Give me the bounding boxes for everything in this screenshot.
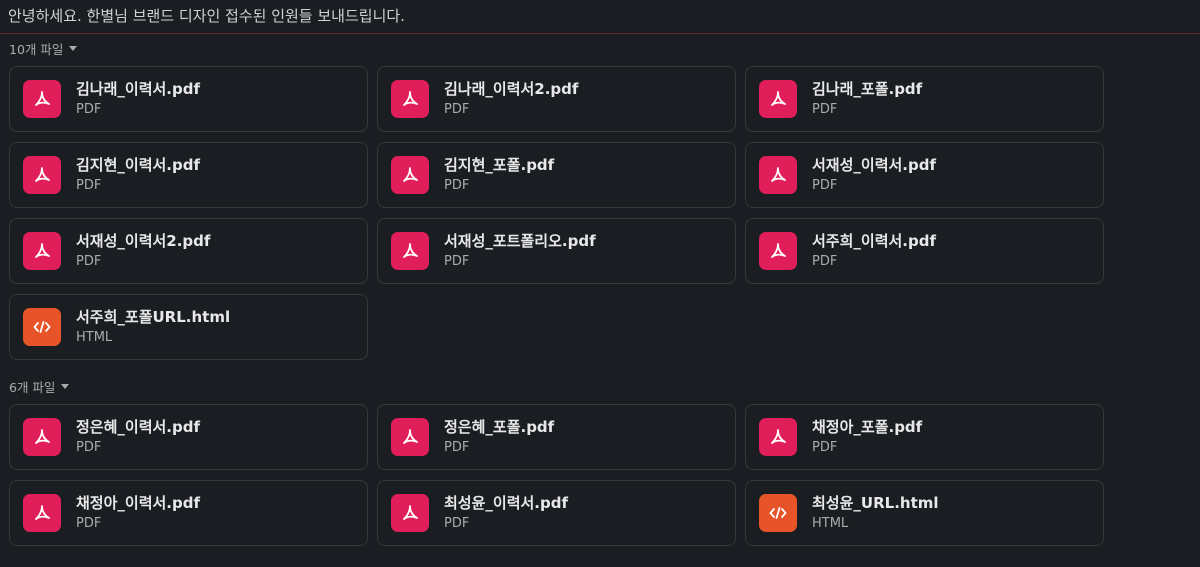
file-count-label: 10개 파일 <box>9 41 64 57</box>
file-name[interactable]: 김나래_이력서.pdf <box>76 79 200 99</box>
file-info: 김나래_포폴.pdf PDF <box>812 79 922 119</box>
caret-down-icon <box>69 46 78 51</box>
pdf-icon <box>23 156 61 194</box>
file-count-label: 6개 파일 <box>9 379 56 395</box>
file-info: 서재성_이력서2.pdf PDF <box>76 231 210 271</box>
file-name[interactable]: 서주희_이력서.pdf <box>812 231 936 251</box>
file-type: PDF <box>812 178 838 193</box>
file-card[interactable]: 최성윤_URL.html HTML <box>745 480 1104 546</box>
file-info: 채정아_이력서.pdf PDF <box>76 493 200 533</box>
file-name[interactable]: 채정아_포폴.pdf <box>812 417 922 437</box>
pdf-icon <box>23 494 61 532</box>
file-info: 채정아_포폴.pdf PDF <box>812 417 922 457</box>
file-name[interactable]: 최성윤_이력서.pdf <box>444 493 568 513</box>
html-code-icon <box>759 494 797 532</box>
file-type: PDF <box>444 254 470 269</box>
file-type: PDF <box>812 102 838 117</box>
file-name[interactable]: 채정아_이력서.pdf <box>76 493 200 513</box>
file-info: 김지현_포폴.pdf PDF <box>444 155 554 195</box>
pdf-icon <box>759 232 797 270</box>
file-name[interactable]: 김나래_포폴.pdf <box>812 79 922 99</box>
pdf-icon <box>391 418 429 456</box>
file-name[interactable]: 서재성_이력서.pdf <box>812 155 936 175</box>
file-type: PDF <box>76 178 102 193</box>
file-card[interactable]: 서재성_포트폴리오.pdf PDF <box>377 218 736 284</box>
file-card[interactable]: 서주희_포폴URL.html HTML <box>9 294 368 360</box>
file-card[interactable]: 최성윤_이력서.pdf PDF <box>377 480 736 546</box>
pdf-icon <box>23 418 61 456</box>
pdf-icon <box>391 232 429 270</box>
caret-down-icon <box>61 384 70 389</box>
file-type: PDF <box>444 516 470 531</box>
file-type: PDF <box>444 178 470 193</box>
file-card[interactable]: 채정아_포폴.pdf PDF <box>745 404 1104 470</box>
file-type: PDF <box>76 102 102 117</box>
file-name[interactable]: 최성윤_URL.html <box>812 493 939 513</box>
file-info: 김나래_이력서.pdf PDF <box>76 79 200 119</box>
file-type: HTML <box>76 330 113 345</box>
file-name[interactable]: 서주희_포폴URL.html <box>76 307 230 327</box>
file-name[interactable]: 김지현_이력서.pdf <box>76 155 200 175</box>
message-view: 안녕하세요. 한별님 브랜드 디자인 접수된 인원들 보내드립니다. 10개 파… <box>0 0 1200 567</box>
divider <box>0 33 1200 34</box>
file-info: 정은혜_이력서.pdf PDF <box>76 417 200 457</box>
file-card[interactable]: 정은혜_이력서.pdf PDF <box>9 404 368 470</box>
pdf-icon <box>23 232 61 270</box>
file-card[interactable]: 김지현_이력서.pdf PDF <box>9 142 368 208</box>
file-card[interactable]: 김나래_이력서2.pdf PDF <box>377 66 736 132</box>
file-info: 최성윤_이력서.pdf PDF <box>444 493 568 533</box>
file-info: 서재성_이력서.pdf PDF <box>812 155 936 195</box>
file-card[interactable]: 정은혜_포폴.pdf PDF <box>377 404 736 470</box>
file-info: 서주희_포폴URL.html HTML <box>76 307 230 347</box>
pdf-icon <box>759 418 797 456</box>
file-name[interactable]: 정은혜_이력서.pdf <box>76 417 200 437</box>
file-name[interactable]: 김지현_포폴.pdf <box>444 155 554 175</box>
file-card[interactable]: 채정아_이력서.pdf PDF <box>9 480 368 546</box>
file-card[interactable]: 김지현_포폴.pdf PDF <box>377 142 736 208</box>
file-type: PDF <box>76 254 102 269</box>
file-info: 정은혜_포폴.pdf PDF <box>444 417 554 457</box>
pdf-icon <box>23 80 61 118</box>
file-name[interactable]: 정은혜_포폴.pdf <box>444 417 554 437</box>
file-info: 서주희_이력서.pdf PDF <box>812 231 936 271</box>
file-card[interactable]: 서재성_이력서2.pdf PDF <box>9 218 368 284</box>
file-card[interactable]: 김나래_이력서.pdf PDF <box>9 66 368 132</box>
file-type: PDF <box>444 440 470 455</box>
file-name[interactable]: 김나래_이력서2.pdf <box>444 79 578 99</box>
file-type: PDF <box>812 254 838 269</box>
html-code-icon <box>23 308 61 346</box>
file-group-toggle[interactable]: 10개 파일 <box>9 39 78 57</box>
file-grid: 김나래_이력서.pdf PDF 김나래_이력서2.pdf PDF 김나래_포폴.pdf P… <box>9 66 1104 360</box>
file-card[interactable]: 서재성_이력서.pdf PDF <box>745 142 1104 208</box>
file-group-toggle[interactable]: 6개 파일 <box>9 377 70 395</box>
file-type: HTML <box>812 516 849 531</box>
file-card[interactable]: 서주희_이력서.pdf PDF <box>745 218 1104 284</box>
file-info: 서재성_포트폴리오.pdf PDF <box>444 231 596 271</box>
pdf-icon <box>391 80 429 118</box>
pdf-icon <box>391 156 429 194</box>
message-text: 안녕하세요. 한별님 브랜드 디자인 접수된 인원들 보내드립니다. <box>8 7 405 25</box>
file-grid: 정은혜_이력서.pdf PDF 정은혜_포폴.pdf PDF 채정아_포폴.pdf PDF… <box>9 404 1104 546</box>
file-type: PDF <box>76 516 102 531</box>
file-name[interactable]: 서재성_포트폴리오.pdf <box>444 231 596 251</box>
file-type: PDF <box>444 102 470 117</box>
pdf-icon <box>759 156 797 194</box>
file-card[interactable]: 김나래_포폴.pdf PDF <box>745 66 1104 132</box>
file-type: PDF <box>76 440 102 455</box>
pdf-icon <box>759 80 797 118</box>
pdf-icon <box>391 494 429 532</box>
file-info: 김지현_이력서.pdf PDF <box>76 155 200 195</box>
file-info: 김나래_이력서2.pdf PDF <box>444 79 578 119</box>
file-type: PDF <box>812 440 838 455</box>
file-info: 최성윤_URL.html HTML <box>812 493 939 533</box>
file-name[interactable]: 서재성_이력서2.pdf <box>76 231 210 251</box>
